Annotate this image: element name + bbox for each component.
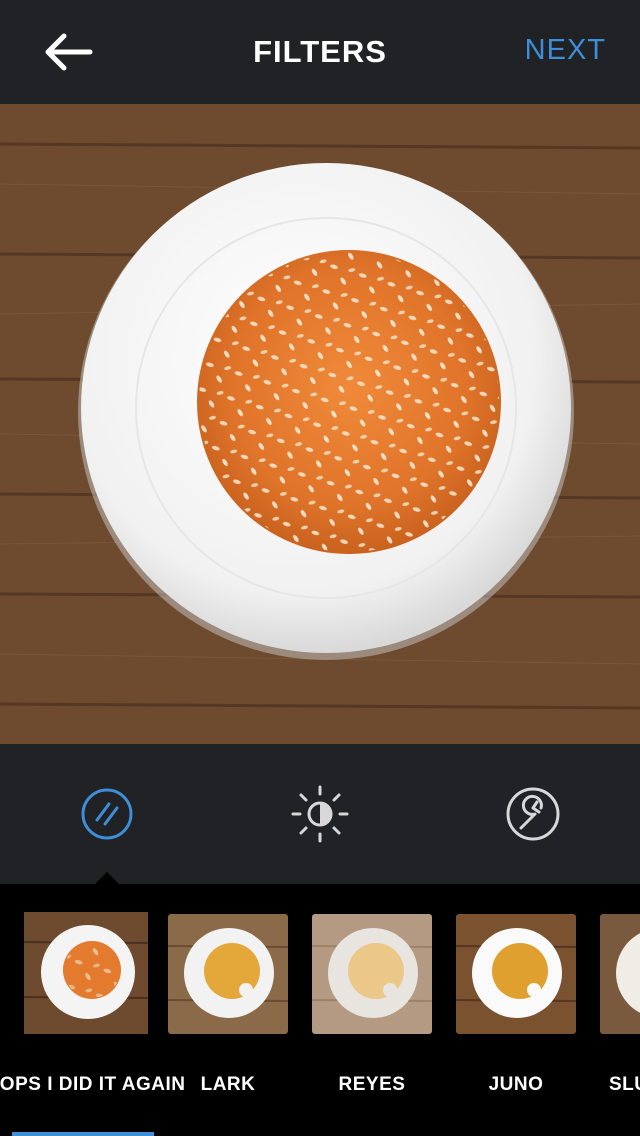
filter-label-slu[interactable]: SLU <box>585 1074 640 1096</box>
filter-thumbnail-lark[interactable] <box>168 914 288 1034</box>
filter-label-reyes[interactable]: REYES <box>297 1074 447 1096</box>
photo-preview <box>0 104 640 744</box>
selected-filter-indicator <box>12 1132 154 1136</box>
top-bar: FILTERS NEXT <box>0 0 640 104</box>
filter-thumbnail-oops[interactable] <box>24 912 148 1034</box>
filter-thumbnail-juno[interactable] <box>456 914 576 1034</box>
filter-strip[interactable]: OOPS I DID IT AGAIN LARK REYES JUNO SLU <box>0 884 640 1136</box>
filter-label-lark[interactable]: LARK <box>153 1074 303 1096</box>
filter-label-juno[interactable]: JUNO <box>441 1074 591 1096</box>
filter-tool-icon[interactable] <box>77 784 137 844</box>
adjust-wrench-icon[interactable] <box>503 784 563 844</box>
next-button[interactable]: NEXT <box>525 34 606 67</box>
tool-bar <box>0 744 640 884</box>
filter-thumbnail-slu[interactable] <box>600 914 640 1034</box>
selected-tool-pointer <box>95 872 119 884</box>
brightness-icon[interactable] <box>290 784 350 844</box>
filter-thumbnail-reyes[interactable] <box>312 914 432 1034</box>
